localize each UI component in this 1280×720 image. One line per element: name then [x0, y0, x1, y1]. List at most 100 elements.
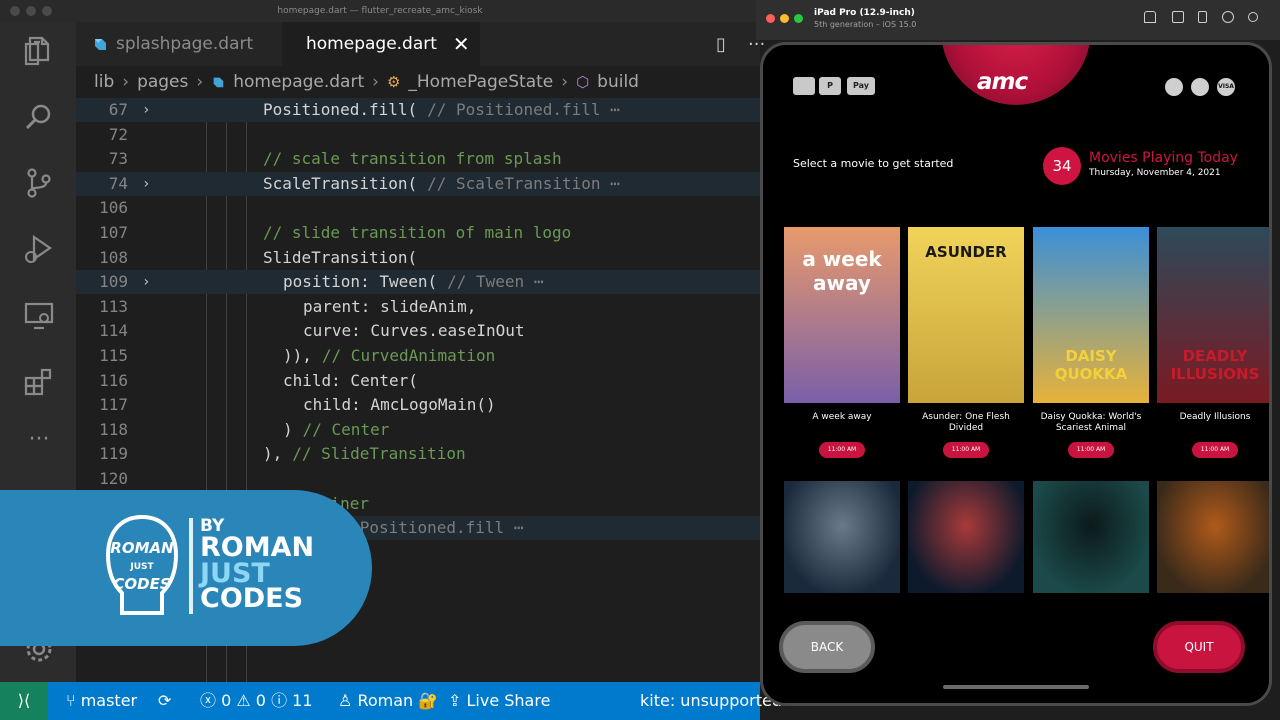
code-line[interactable]: 116 child: Center( [76, 369, 760, 393]
code-line[interactable]: 74 › ScaleTransition(// ScaleTransition ⋯ [76, 171, 760, 196]
live-share-button[interactable]: ⇪ Live Share [448, 682, 550, 720]
code-token: parent: slideAnim, [303, 296, 477, 316]
chevron-right-icon: › [561, 72, 569, 92]
rotate-icon[interactable] [1198, 11, 1207, 23]
badge-divider [189, 518, 193, 614]
sync-icon[interactable]: ⟳ [158, 682, 171, 720]
explorer-icon[interactable] [22, 34, 56, 68]
warning-count: 0 [255, 691, 266, 710]
zoom-dot[interactable] [794, 14, 803, 23]
close-dot[interactable] [766, 14, 775, 23]
breadcrumb: lib › pages › homepage.dart › ⚙ _HomePag… [76, 66, 760, 98]
breadcrumb-pages[interactable]: pages [137, 72, 188, 92]
code-line[interactable]: 108 SlideTransition( [76, 246, 760, 270]
apple-pay-icon: Pay [847, 77, 875, 95]
line-number: 73 [108, 149, 128, 169]
code-line[interactable]: 119), // SlideTransition [76, 442, 760, 466]
search-icon[interactable] [22, 100, 56, 134]
line-number: 109 [99, 272, 128, 292]
poster-title-art: ASUNDER [925, 243, 1007, 261]
close-tab-icon[interactable]: ✕ [453, 32, 470, 56]
badge-codes: CODES [200, 583, 304, 614]
showtime-button[interactable]: 11:00 AM [819, 442, 865, 458]
code-line[interactable]: 118) // Center [76, 418, 760, 442]
back-button[interactable]: BACK [779, 621, 875, 673]
logo-roman-text: ROMAN [110, 539, 174, 557]
remote-icon[interactable]: ⟩⟨ [0, 682, 48, 720]
code-text: SlideTransition( [263, 246, 417, 270]
code-comment: // Positioned.fill ⋯ [427, 100, 620, 119]
code-comment: // SlideTransition [292, 444, 466, 464]
code-comment: // Tween ⋯ [447, 272, 544, 292]
split-editor-icon[interactable]: ▯ [716, 34, 726, 55]
movie-poster[interactable] [1033, 481, 1149, 593]
code-token: ), [263, 444, 283, 464]
movie-poster[interactable] [1157, 481, 1269, 593]
breadcrumb-class[interactable]: _HomePageState [408, 72, 553, 92]
brightness-icon[interactable] [1222, 11, 1234, 23]
line-number: 74 [108, 173, 128, 193]
code-text: ) // Center [283, 418, 389, 442]
movie-poster[interactable]: DEADLY ILLUSIONS [1157, 227, 1269, 403]
code-line[interactable]: 117 child: AmcLogoMain() [76, 393, 760, 417]
remote-explorer-icon[interactable] [22, 298, 56, 332]
quit-button[interactable]: QUIT [1153, 621, 1245, 673]
code-token: curve: Curves.easeInOut [303, 321, 525, 341]
breadcrumb-method[interactable]: build [597, 72, 639, 92]
dart-file-icon [213, 77, 224, 88]
code-text: Positioned.fill(// Positioned.fill ⋯ [263, 98, 620, 122]
user-name: Roman 🔐 [357, 691, 439, 710]
zoom-dot[interactable] [42, 6, 52, 16]
code-line[interactable]: 113 parent: slideAnim, [76, 295, 760, 319]
code-line[interactable]: 120 [76, 467, 760, 491]
code-line[interactable]: 73 // scale transition from splash [76, 147, 760, 171]
problems-status[interactable]: ⓧ 0 ⚠ 0 ⓘ 11 [200, 682, 313, 720]
tab-homepage[interactable]: homepage.dart ✕ [282, 22, 480, 66]
code-line[interactable]: 115)), // CurvedAnimation [76, 344, 760, 368]
showtime-button[interactable]: 11:00 AM [1068, 442, 1114, 458]
tab-splashpage[interactable]: splashpage.dart [76, 22, 282, 66]
extensions-icon[interactable] [22, 364, 56, 398]
more-icon[interactable]: ··· [22, 429, 56, 464]
fold-chevron-icon[interactable]: › [142, 172, 150, 196]
code-line[interactable]: 114 curve: Curves.easeInOut [76, 319, 760, 343]
code-text: ), // SlideTransition [263, 442, 466, 466]
movie-poster[interactable]: DAISY QUOKKA [1033, 227, 1149, 403]
line-number: 72 [108, 124, 128, 144]
movie-title: A week away [812, 412, 872, 422]
code-text: ScaleTransition(// ScaleTransition ⋯ [263, 172, 620, 196]
line-number: 116 [99, 370, 128, 390]
breadcrumb-file[interactable]: homepage.dart [233, 72, 364, 92]
minimize-dot[interactable] [26, 6, 36, 16]
chevron-right-icon: › [122, 72, 130, 92]
home-icon[interactable] [1144, 11, 1156, 23]
movie-poster[interactable] [784, 481, 900, 593]
paypal-icon: P [819, 77, 841, 95]
showtime-button[interactable]: 11:00 AM [1192, 442, 1238, 458]
screenshot-icon[interactable] [1172, 11, 1184, 23]
home-indicator[interactable] [943, 685, 1089, 689]
appearance-icon[interactable] [1248, 12, 1258, 22]
source-control-icon[interactable] [22, 166, 56, 200]
code-line[interactable]: 107 // slide transition of main logo [76, 221, 760, 245]
code-line[interactable]: 109 › position: Tween(// Tween ⋯ [76, 270, 760, 295]
fold-chevron-icon[interactable]: › [142, 270, 150, 294]
breadcrumb-lib[interactable]: lib [94, 72, 114, 92]
fold-chevron-icon[interactable]: › [142, 98, 150, 122]
simulator-device-name: iPad Pro (12.9-inch) [814, 8, 915, 18]
movie-poster[interactable]: a week away [784, 227, 900, 403]
branch-status[interactable]: ⑂ master [66, 682, 137, 720]
user-status[interactable]: ♙ Roman 🔐 [338, 682, 438, 720]
code-line[interactable]: 67 › Positioned.fill(// Positioned.fill ⋯ [76, 98, 760, 122]
code-line[interactable]: 72 [76, 123, 760, 147]
close-dot[interactable] [10, 6, 20, 16]
amc-logo: amc [977, 69, 1028, 95]
minimize-dot[interactable] [780, 14, 789, 23]
code-token: ScaleTransition( [263, 173, 418, 193]
movie-poster[interactable]: ASUNDER [908, 227, 1024, 403]
run-debug-icon[interactable] [22, 232, 56, 266]
showtime-button[interactable]: 11:00 AM [943, 442, 989, 458]
movies-playing-label: Movies Playing Today [1089, 150, 1238, 166]
code-line[interactable]: 106 [76, 196, 760, 220]
movie-poster[interactable] [908, 481, 1024, 593]
